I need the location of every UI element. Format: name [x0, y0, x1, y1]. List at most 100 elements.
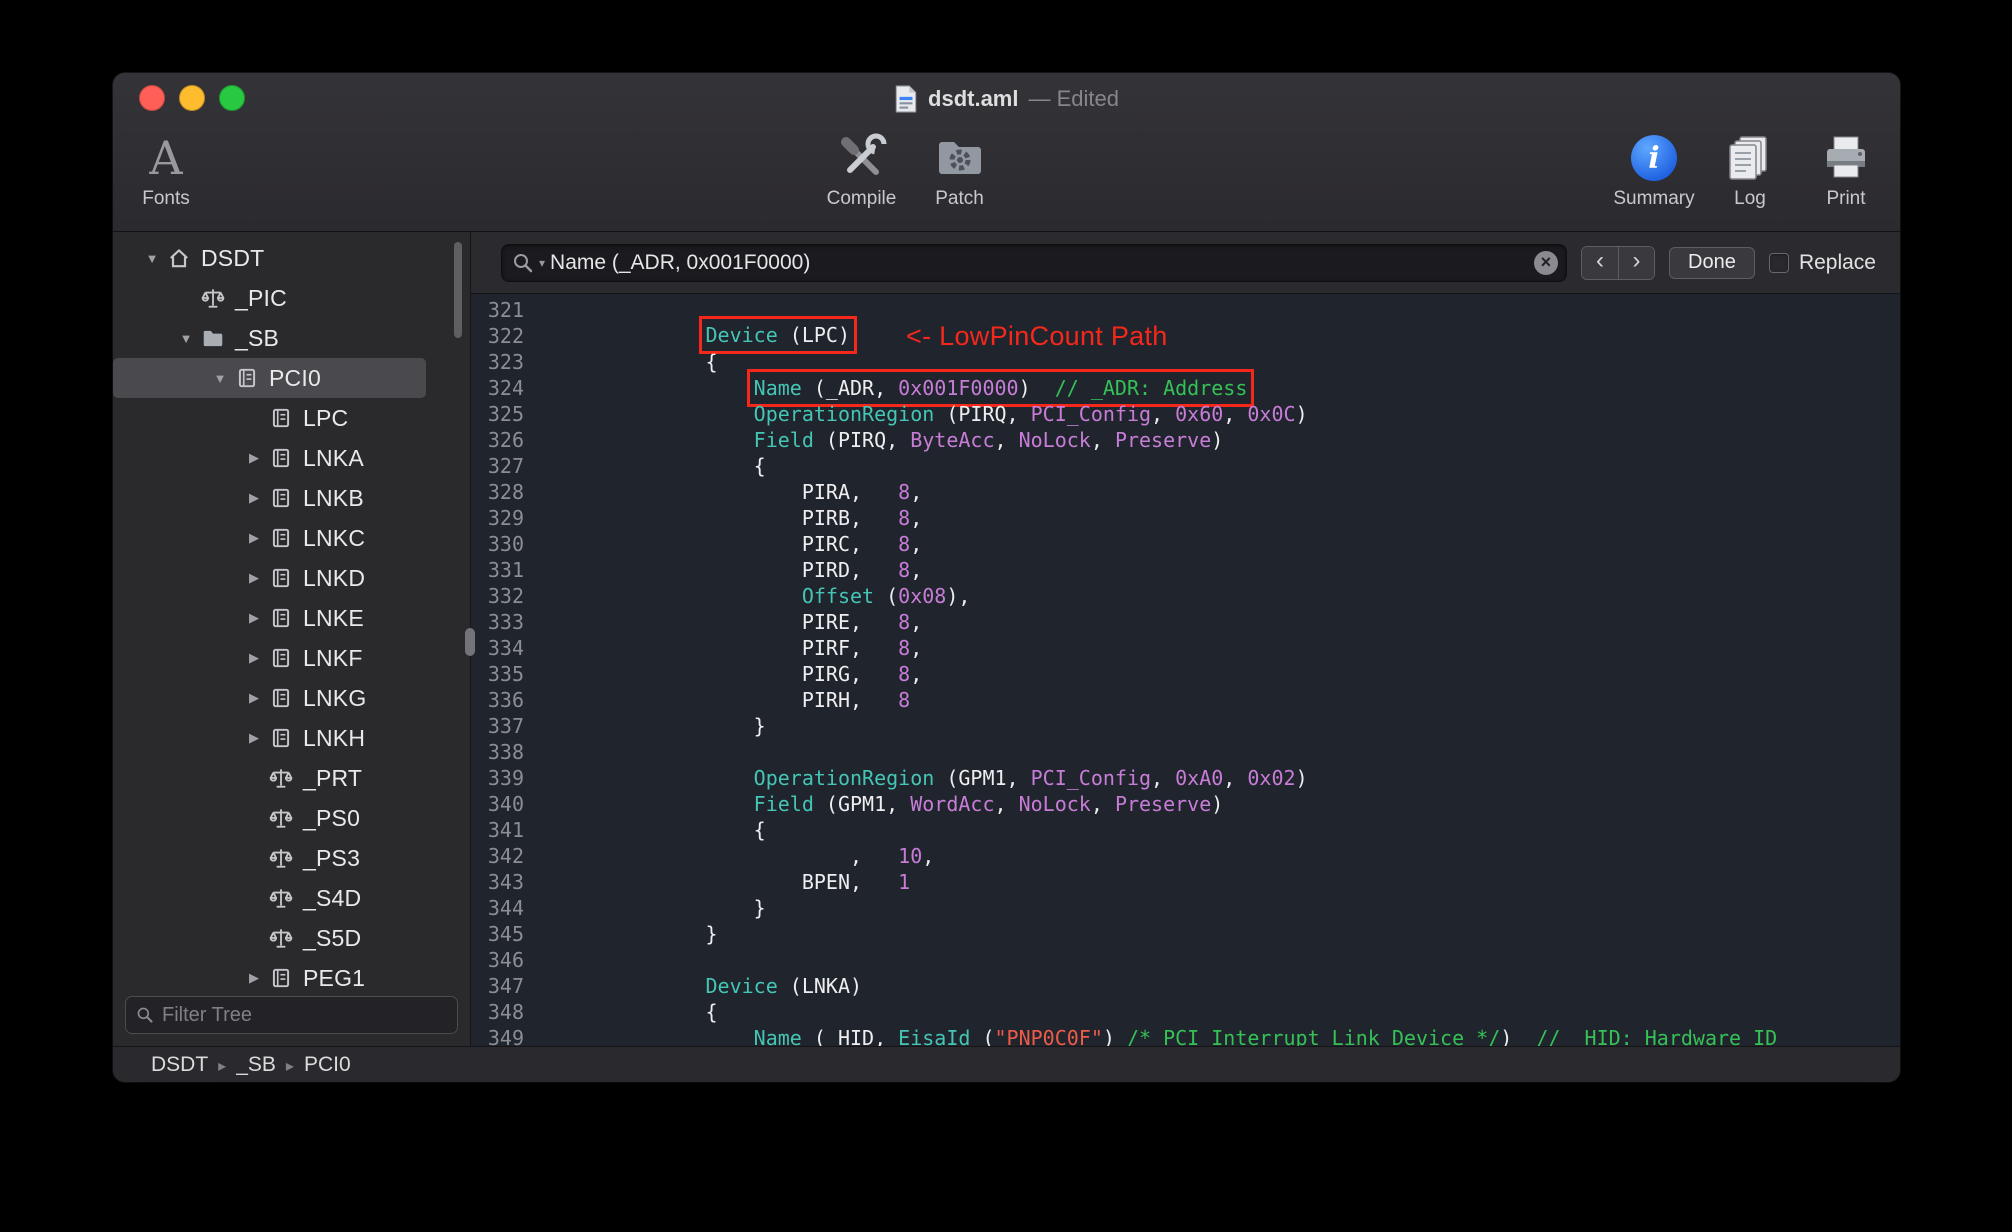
code-line-324: 324 Name (_ADR, 0x001F0000) // _ADR: Add… [471, 369, 1900, 407]
disclosure-right-icon[interactable]: ▶ [241, 970, 267, 986]
search-menu-chevron-icon[interactable]: ▾ [539, 256, 545, 270]
tree-item-peg1[interactable]: ▶ PEG1 [113, 958, 426, 989]
disclosure-right-icon[interactable]: ▶ [241, 730, 267, 746]
code-line-326: 326 Field (PIRQ, ByteAcc, NoLock, Preser… [471, 427, 1900, 453]
breadcrumb-separator: ▸ [285, 1057, 294, 1075]
tree-item-prt[interactable]: _PRT [113, 758, 426, 798]
breadcrumb-item[interactable]: PCI0 [304, 1053, 351, 1076]
code-line-329: 329 PIRB, 8, [471, 505, 1900, 531]
sidebar-scrollbar[interactable] [454, 242, 462, 338]
find-previous-button[interactable]: ‹ [1581, 246, 1618, 279]
tree-item-sb[interactable]: ▼ _SB [113, 318, 426, 358]
window-title-group: dsdt.aml — Edited [113, 73, 1900, 125]
tree-item-pci0[interactable]: ▼ PCI0 [113, 358, 426, 398]
tree-item-label: _PS3 [303, 844, 361, 871]
find-bar: ▾ Name (_ADR, 0x001F0000) × ‹ › Done Rep… [471, 232, 1900, 294]
close-button[interactable] [139, 85, 165, 111]
device-icon [267, 446, 295, 470]
tree-item-label: LNKC [303, 524, 366, 551]
tree-item-lnke[interactable]: ▶ LNKE [113, 598, 426, 638]
find-next-button[interactable]: › [1617, 246, 1654, 279]
method-icon [267, 806, 295, 830]
minimize-button[interactable] [179, 85, 205, 111]
method-icon [267, 846, 295, 870]
disclosure-right-icon[interactable]: ▶ [241, 610, 267, 626]
house-icon [165, 246, 193, 270]
disclosure-down-icon[interactable]: ▼ [173, 331, 199, 346]
tree-item-lnka[interactable]: ▶ LNKA [113, 438, 426, 478]
window-title: dsdt.aml [928, 86, 1019, 111]
print-button[interactable]: Print [1802, 129, 1890, 210]
code-line-335: 335 PIRG, 8, [471, 661, 1900, 687]
line-number: 321 [487, 298, 524, 322]
code-line-333: 333 PIRE, 8, [471, 609, 1900, 635]
tree-item-label: LNKG [303, 684, 367, 711]
clear-search-icon[interactable]: × [1533, 250, 1558, 275]
code-line-336: 336 PIRH, 8 [471, 687, 1900, 713]
tree-item-label: LNKH [303, 724, 366, 751]
tree-item-lnkg[interactable]: ▶ LNKG [113, 678, 426, 718]
splitter-handle[interactable] [465, 628, 475, 656]
disclosure-right-icon[interactable]: ▶ [241, 450, 267, 466]
compile-button[interactable]: Compile [817, 129, 907, 210]
method-icon [267, 766, 295, 790]
code-line-331: 331 PIRD, 8, [471, 557, 1900, 583]
tree-item-label: PEG1 [303, 964, 366, 989]
tree-item-lnkb[interactable]: ▶ LNKB [113, 478, 426, 518]
tree-item-lnkh[interactable]: ▶ LNKH [113, 718, 426, 758]
log-button[interactable]: Log [1706, 129, 1794, 210]
tree-item-pic[interactable]: _PIC [113, 278, 426, 318]
tree-item-dsdt[interactable]: ▼ DSDT [113, 238, 426, 278]
tree-item-label: LNKA [303, 444, 364, 471]
tree-item-label: LNKD [303, 564, 366, 591]
code-line-342: 342 , 10, [471, 843, 1900, 869]
disclosure-right-icon[interactable]: ▶ [241, 530, 267, 546]
patch-button[interactable]: Patch [915, 129, 1005, 210]
tree-item-lpc[interactable]: LPC [113, 398, 426, 438]
disclosure-down-icon[interactable]: ▼ [207, 371, 233, 386]
code-line-346: 346 [471, 947, 1900, 973]
titlebar[interactable]: dsdt.aml — Edited [113, 73, 1900, 125]
replace-toggle[interactable]: Replace [1768, 251, 1876, 275]
window-title-edited: — Edited [1028, 86, 1119, 111]
breadcrumb: DSDT ▸ _SB ▸ PCI0 [151, 1053, 351, 1077]
line-number: 349 [487, 1026, 524, 1046]
filter-tree-field[interactable]: Filter Tree [125, 996, 458, 1034]
zoom-button[interactable] [219, 85, 245, 111]
disclosure-right-icon[interactable]: ▶ [241, 570, 267, 586]
code-line-348: 348 { [471, 999, 1900, 1025]
code-line-334: 334 PIRF, 8, [471, 635, 1900, 661]
code-line-339: 339 OperationRegion (GPM1, PCI_Config, 0… [471, 765, 1900, 791]
line-number: 326 [487, 428, 524, 452]
disclosure-down-icon[interactable]: ▼ [139, 251, 165, 266]
tree-item-label: LNKF [303, 644, 363, 671]
code-line-327: 327 { [471, 453, 1900, 479]
line-number: 338 [487, 740, 524, 764]
tree-item-label: _PIC [235, 284, 287, 311]
tree-item-s5d[interactable]: _S5D [113, 918, 426, 958]
code-editor[interactable]: 321 322 Device (LPC) <- LowPinCount Path 32… [471, 294, 1900, 1046]
line-number: 336 [487, 688, 524, 712]
tree-item-ps0[interactable]: _PS0 [113, 798, 426, 838]
line-number: 334 [487, 636, 524, 660]
find-input[interactable]: ▾ Name (_ADR, 0x001F0000) × [501, 243, 1567, 282]
summary-button[interactable]: i Summary [1610, 129, 1698, 210]
fonts-button[interactable]: A Fonts [121, 129, 211, 210]
tree-item-label: LNKB [303, 484, 364, 511]
line-number: 327 [487, 454, 524, 478]
disclosure-right-icon[interactable]: ▶ [241, 490, 267, 506]
replace-checkbox[interactable] [1768, 252, 1789, 273]
method-icon [199, 286, 227, 310]
breadcrumb-item[interactable]: _SB [236, 1053, 276, 1076]
tree-item-ps3[interactable]: _PS3 [113, 838, 426, 878]
tree-item-s4d[interactable]: _S4D [113, 878, 426, 918]
breadcrumb-item[interactable]: DSDT [151, 1053, 208, 1076]
line-number: 328 [487, 480, 524, 504]
done-button[interactable]: Done [1668, 246, 1755, 279]
disclosure-right-icon[interactable]: ▶ [241, 650, 267, 666]
tree-item-lnkc[interactable]: ▶ LNKC [113, 518, 426, 558]
tree-item-lnkd[interactable]: ▶ LNKD [113, 558, 426, 598]
device-icon [267, 606, 295, 630]
tree-item-lnkf[interactable]: ▶ LNKF [113, 638, 426, 678]
disclosure-right-icon[interactable]: ▶ [241, 690, 267, 706]
